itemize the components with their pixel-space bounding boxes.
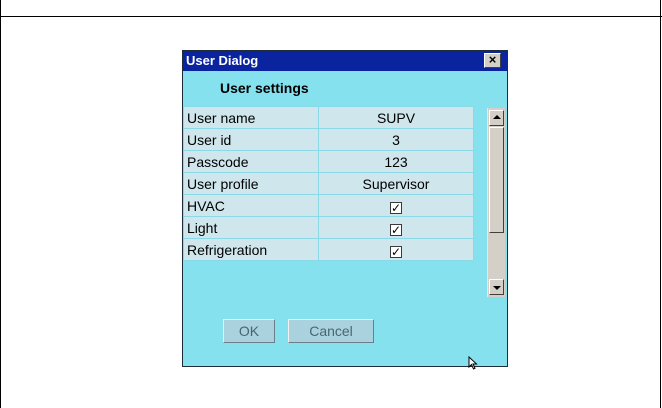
- dialog-title: User Dialog: [186, 53, 259, 68]
- setting-label: HVAC: [183, 194, 319, 217]
- setting-label: Refrigeration: [183, 238, 319, 261]
- close-button[interactable]: ×: [484, 53, 501, 68]
- left-frame-border: [0, 0, 1, 408]
- settings-row: User profile Supervisor: [183, 172, 474, 195]
- checkmark-icon: ✓: [391, 200, 402, 215]
- settings-row: User id 3: [183, 128, 474, 151]
- setting-value[interactable]: Supervisor: [318, 172, 474, 195]
- user-settings-table: User name SUPV User id 3 Passcode 123 User pro…: [183, 106, 474, 261]
- settings-heading: User settings: [220, 80, 309, 96]
- setting-label: User name: [183, 106, 319, 129]
- close-icon: ×: [488, 52, 497, 67]
- settings-row: Light ✓: [183, 216, 474, 239]
- top-frame-border: [0, 0, 662, 17]
- setting-checkbox[interactable]: ✓: [390, 244, 402, 259]
- setting-label: Passcode: [183, 150, 319, 173]
- setting-label: User id: [183, 128, 319, 151]
- setting-label: Light: [183, 216, 319, 239]
- scroll-up-arrow-icon: [493, 115, 501, 119]
- setting-checkbox-cell: ✓: [318, 238, 474, 261]
- dialog-titlebar[interactable]: User Dialog ×: [183, 51, 507, 71]
- setting-checkbox-cell: ✓: [318, 194, 474, 217]
- setting-value[interactable]: 123: [318, 150, 474, 173]
- settings-row: HVAC ✓: [183, 194, 474, 217]
- setting-label: User profile: [183, 172, 319, 195]
- settings-row: Refrigeration ✓: [183, 238, 474, 261]
- settings-row: Passcode 123: [183, 150, 474, 173]
- checkmark-icon: ✓: [391, 244, 402, 259]
- vertical-scrollbar[interactable]: [487, 108, 505, 297]
- cancel-button[interactable]: Cancel: [288, 319, 374, 343]
- user-dialog: User Dialog × User settings User name SUP…: [182, 50, 508, 367]
- setting-value[interactable]: 3: [318, 128, 474, 151]
- scrollbar-thumb[interactable]: [489, 127, 504, 233]
- scroll-up-button[interactable]: [489, 110, 504, 126]
- checkmark-icon: ✓: [391, 222, 402, 237]
- setting-checkbox[interactable]: ✓: [390, 200, 402, 215]
- scroll-down-arrow-icon: [493, 286, 501, 290]
- setting-checkbox-cell: ✓: [318, 216, 474, 239]
- right-frame-border: [660, 0, 661, 408]
- mouse-cursor-icon: [468, 356, 478, 370]
- setting-checkbox[interactable]: ✓: [390, 222, 402, 237]
- settings-row: User name SUPV: [183, 106, 474, 129]
- scroll-down-button[interactable]: [489, 279, 504, 295]
- ok-button[interactable]: OK: [223, 319, 275, 343]
- setting-value[interactable]: SUPV: [318, 106, 474, 129]
